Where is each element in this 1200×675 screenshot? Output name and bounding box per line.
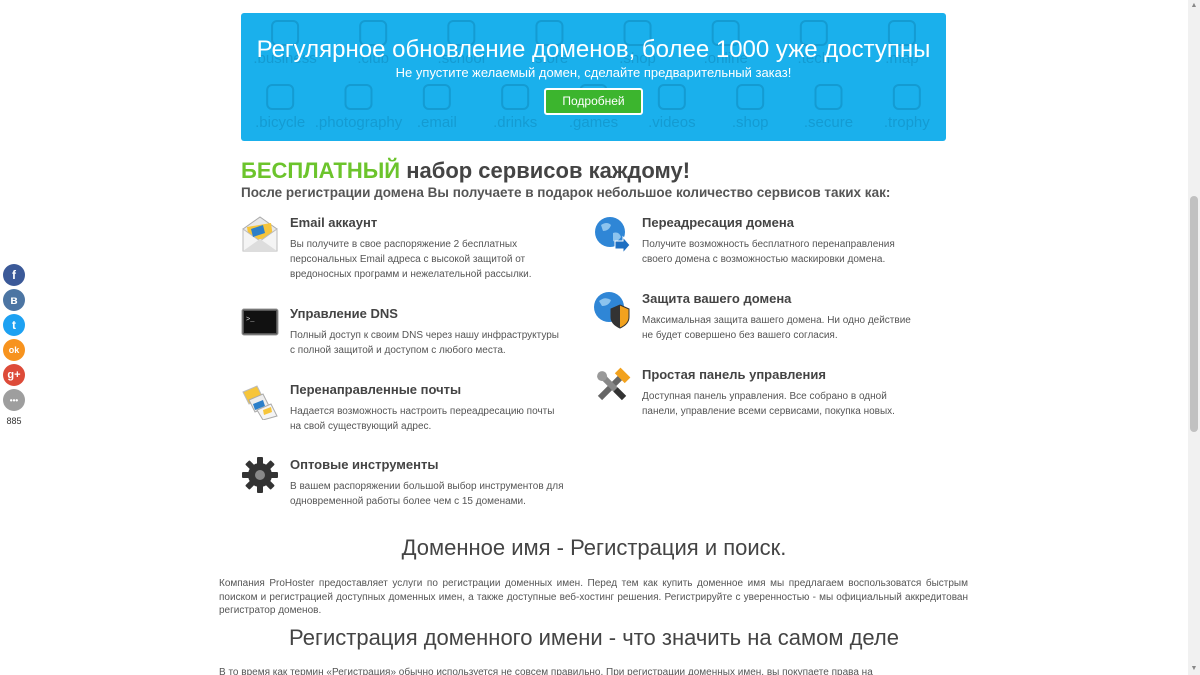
feature-description: В вашем распоряжении большой выбор инстр… bbox=[290, 481, 564, 507]
banner-bg-icon bbox=[501, 84, 530, 110]
forwarded-mail-icon bbox=[242, 385, 278, 420]
banner-bg-label: .trophy bbox=[884, 114, 930, 131]
share-count: 885 bbox=[6, 416, 22, 426]
banner-title: Регулярное обновление доменов, более 100… bbox=[256, 36, 931, 63]
feature-title: Перенаправленные почты bbox=[290, 382, 462, 397]
globe-arrow-icon bbox=[595, 217, 631, 253]
vkontakte-icon: в bbox=[10, 293, 18, 307]
social-share-bar: f в t ok g+ ••• 885 bbox=[3, 264, 25, 426]
scroll-down-arrow-icon[interactable]: ▼ bbox=[1188, 663, 1200, 675]
banner-bg-icon bbox=[814, 84, 843, 110]
banner-bg-icon bbox=[736, 84, 765, 110]
feature-description: Получите возможность бесплатного перенап… bbox=[642, 239, 895, 265]
odnoklassniki-icon: ok bbox=[8, 345, 20, 355]
scroll-up-arrow-icon[interactable]: ▲ bbox=[1188, 0, 1200, 12]
feature-title: Email аккаунт bbox=[290, 215, 378, 230]
feature-title: Управление DNS bbox=[290, 306, 398, 321]
banner-bg-icon bbox=[344, 84, 373, 110]
banner-bg-label: .photography bbox=[315, 114, 403, 131]
feature-description: Вы получите в свое распоряжение 2 беспла… bbox=[290, 239, 532, 280]
terminal-icon: >_ bbox=[241, 308, 279, 336]
banner-bg-label: .secure bbox=[804, 114, 853, 131]
facebook-share-button[interactable]: f bbox=[3, 264, 25, 286]
section-paragraph-meaning: В то время как термин «Регистрация» обыч… bbox=[219, 667, 873, 675]
free-heading-rest: набор сервисов каждому! bbox=[400, 158, 691, 183]
feature-title: Простая панель управления bbox=[642, 367, 826, 382]
svg-text:>_: >_ bbox=[246, 316, 255, 324]
facebook-icon: f bbox=[12, 268, 16, 282]
free-services-subheading: После регистрации домена Вы получаете в … bbox=[241, 185, 891, 200]
section-title-registration-meaning: Регистрация доменного имени - что значит… bbox=[289, 625, 899, 650]
banner-bg-icon bbox=[657, 84, 686, 110]
banner-bg-label: .email bbox=[417, 114, 457, 131]
vkontakte-share-button[interactable]: в bbox=[3, 289, 25, 311]
globe-shield-icon bbox=[594, 292, 630, 329]
scroll-thumb[interactable] bbox=[1190, 196, 1198, 432]
banner-bg-icon bbox=[422, 84, 451, 110]
section-paragraph-registration: Компания ProHoster предоставляет услуги … bbox=[219, 578, 968, 616]
envelope-icon bbox=[242, 216, 278, 252]
twitter-share-button[interactable]: t bbox=[3, 314, 25, 336]
feature-description: Надается возможность настроить переадрес… bbox=[290, 406, 555, 432]
feature-description: Максимальная защита вашего домена. Ни од… bbox=[642, 315, 911, 341]
feature-title: Переадресация домена bbox=[642, 215, 794, 230]
feature-title: Оптовые инструменты bbox=[290, 457, 439, 472]
banner-bg-label: .bicycle bbox=[255, 114, 305, 131]
banner-subtitle: Не упустите желаемый домен, сделайте пре… bbox=[395, 65, 792, 80]
more-icon: ••• bbox=[9, 395, 19, 405]
more-share-button[interactable]: ••• bbox=[3, 389, 25, 411]
section-title-domain-registration: Доменное имя - Регистрация и поиск. bbox=[401, 535, 787, 560]
banner-bg-label: .videos bbox=[648, 114, 696, 131]
free-services-heading: БЕСПЛАТНЫЙ набор сервисов каждому! bbox=[241, 158, 690, 184]
google-plus-icon: g+ bbox=[7, 369, 21, 381]
odnoklassniki-share-button[interactable]: ok bbox=[3, 339, 25, 361]
more-details-button[interactable]: Подробней bbox=[544, 88, 643, 115]
banner-bg-label: .shop bbox=[732, 114, 769, 131]
feature-description: Доступная панель управления. Все собрано… bbox=[642, 391, 895, 417]
banner-bg-icon bbox=[892, 84, 921, 110]
google-plus-share-button[interactable]: g+ bbox=[3, 364, 25, 386]
banner-bg-icon bbox=[266, 84, 295, 110]
promo-banner[interactable]: .business .club .school .store .shop .online.… bbox=[241, 13, 946, 141]
free-accent-word: БЕСПЛАТНЫЙ bbox=[241, 158, 401, 183]
twitter-icon: t bbox=[12, 318, 16, 332]
tools-icon bbox=[597, 367, 631, 401]
banner-bg-label: .drinks bbox=[493, 114, 537, 131]
feature-title: Защита вашего домена bbox=[642, 291, 792, 306]
gear-icon bbox=[242, 457, 278, 493]
page-scrollbar[interactable]: ▲ ▼ bbox=[1188, 0, 1200, 675]
feature-description: Полный доступ к своим DNS через нашу инф… bbox=[290, 330, 559, 356]
banner-bg-label: .games bbox=[569, 114, 618, 131]
